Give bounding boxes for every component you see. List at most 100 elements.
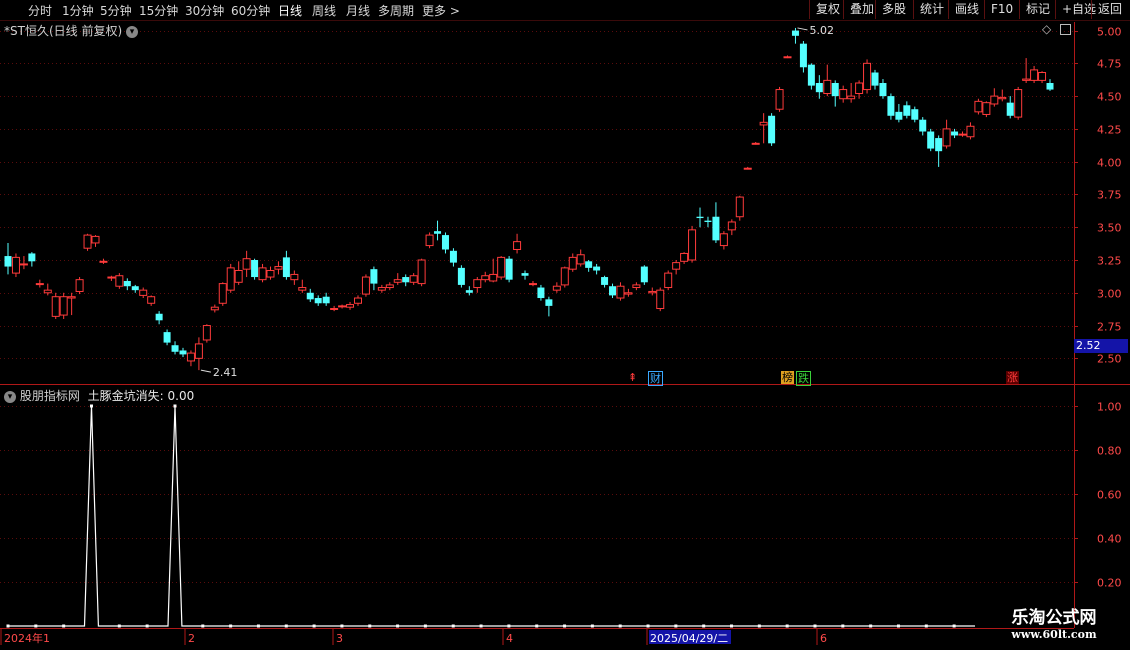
date-label: 2024年1 bbox=[4, 631, 50, 645]
indicator-point bbox=[117, 624, 121, 628]
candle-body bbox=[601, 277, 609, 285]
candle-body bbox=[449, 250, 457, 263]
candle-body bbox=[951, 131, 959, 136]
indicator-point bbox=[201, 624, 205, 628]
candle-body bbox=[560, 267, 569, 286]
indicator-point bbox=[869, 624, 873, 628]
indicator-point bbox=[89, 404, 93, 408]
date-label: 6 bbox=[820, 632, 827, 645]
candle-body bbox=[871, 72, 879, 86]
candle-body bbox=[775, 89, 784, 110]
candle-body bbox=[1014, 89, 1023, 118]
candle-body bbox=[505, 258, 513, 280]
candle-body bbox=[704, 220, 712, 222]
candle-body bbox=[680, 252, 689, 262]
candle-body bbox=[393, 279, 402, 283]
candle-body bbox=[927, 131, 935, 149]
settings-gear-icon[interactable]: ▾ bbox=[125, 25, 138, 38]
indicator-point bbox=[340, 624, 344, 628]
indicator-point bbox=[785, 624, 789, 628]
diamond-icon[interactable]: ◇ bbox=[1042, 22, 1051, 36]
candle-body bbox=[107, 276, 116, 279]
candle-body bbox=[171, 345, 179, 352]
candle-body bbox=[712, 216, 720, 241]
price-tick-label: 2.50 bbox=[1097, 353, 1122, 366]
candle-body bbox=[91, 235, 100, 244]
indicator-point bbox=[646, 624, 650, 628]
candle-body bbox=[83, 234, 92, 249]
indicator-point bbox=[757, 624, 761, 628]
candle-body bbox=[402, 277, 410, 283]
candle-body bbox=[513, 241, 522, 251]
indicator-point bbox=[590, 624, 594, 628]
price-tick-label: 3.50 bbox=[1097, 222, 1122, 235]
indicator-title: 股朋指标网 bbox=[19, 389, 80, 403]
candle-body bbox=[425, 234, 434, 247]
candle-body bbox=[974, 100, 983, 113]
candle-body bbox=[545, 299, 553, 306]
candle-body bbox=[568, 256, 577, 270]
marker-finance[interactable]: 财 bbox=[648, 371, 663, 386]
candle-body bbox=[139, 289, 148, 296]
candle-body bbox=[218, 283, 227, 304]
date-label: 2 bbox=[188, 632, 195, 645]
candle-body bbox=[377, 287, 386, 291]
watermark-url: www.60lt.com bbox=[1011, 628, 1097, 641]
indicator-point bbox=[6, 624, 10, 628]
indicator-point bbox=[173, 404, 177, 408]
indicator-point bbox=[535, 624, 539, 628]
price-tick-label: 4.25 bbox=[1097, 124, 1122, 137]
candle-body bbox=[226, 267, 235, 291]
price-tick-label: 3.25 bbox=[1097, 255, 1122, 268]
indicator-line bbox=[8, 405, 975, 627]
candle-body bbox=[759, 121, 768, 126]
candle-body bbox=[839, 89, 848, 100]
candle-body bbox=[115, 275, 124, 287]
indicator-point bbox=[618, 624, 622, 628]
candle-body bbox=[282, 257, 290, 278]
candle-body bbox=[783, 56, 792, 59]
indicator-point bbox=[423, 624, 427, 628]
candle-body bbox=[521, 273, 529, 276]
indicator-gear-icon[interactable]: ▾ bbox=[4, 390, 16, 403]
candle-body bbox=[481, 275, 490, 281]
candle-body bbox=[306, 292, 314, 300]
candle-body bbox=[727, 221, 736, 231]
indicator-tick-label: 0.60 bbox=[1097, 489, 1122, 502]
candle-body bbox=[290, 273, 299, 281]
candle-body bbox=[186, 352, 195, 362]
chart-canvas: 5.00 4.75 4.50 4.25 4.00 3.75 3.50 3.25 3.00 2.75… bbox=[0, 22, 1130, 645]
candle-body bbox=[19, 263, 28, 266]
candle-body bbox=[409, 275, 418, 283]
candle-body bbox=[155, 313, 163, 321]
indicator-value: 土豚金坑消失: 0.00 bbox=[87, 389, 195, 403]
candle-body bbox=[298, 287, 307, 291]
indicator-point bbox=[312, 624, 316, 628]
candle-body bbox=[903, 105, 911, 116]
candle-body bbox=[855, 82, 864, 94]
candle-body bbox=[688, 229, 697, 261]
indicator-point bbox=[62, 624, 66, 628]
candle-body bbox=[28, 253, 36, 262]
candle-body bbox=[1030, 69, 1039, 81]
candle-body bbox=[919, 119, 927, 132]
candle-body bbox=[616, 285, 625, 299]
marker-up-arrow[interactable]: ⇞ bbox=[627, 371, 638, 384]
candle-body bbox=[1006, 102, 1014, 116]
marker-ranking[interactable]: 榜 bbox=[781, 371, 794, 384]
candle-body bbox=[434, 231, 442, 234]
candle-body bbox=[528, 283, 537, 286]
candle-body bbox=[51, 296, 60, 317]
marker-fall[interactable]: 跌 bbox=[796, 371, 811, 386]
indicator-point bbox=[256, 624, 260, 628]
candle-body bbox=[863, 62, 872, 91]
candle-body bbox=[751, 142, 760, 145]
restore-panel-icon[interactable] bbox=[1060, 24, 1071, 35]
marker-rise[interactable]: 涨 bbox=[1006, 371, 1019, 384]
candle-body bbox=[338, 305, 347, 308]
candle-body bbox=[417, 259, 426, 285]
candle-body bbox=[935, 138, 943, 152]
candle-body bbox=[672, 262, 681, 270]
indicator-point bbox=[813, 624, 817, 628]
candle-body bbox=[4, 256, 12, 267]
